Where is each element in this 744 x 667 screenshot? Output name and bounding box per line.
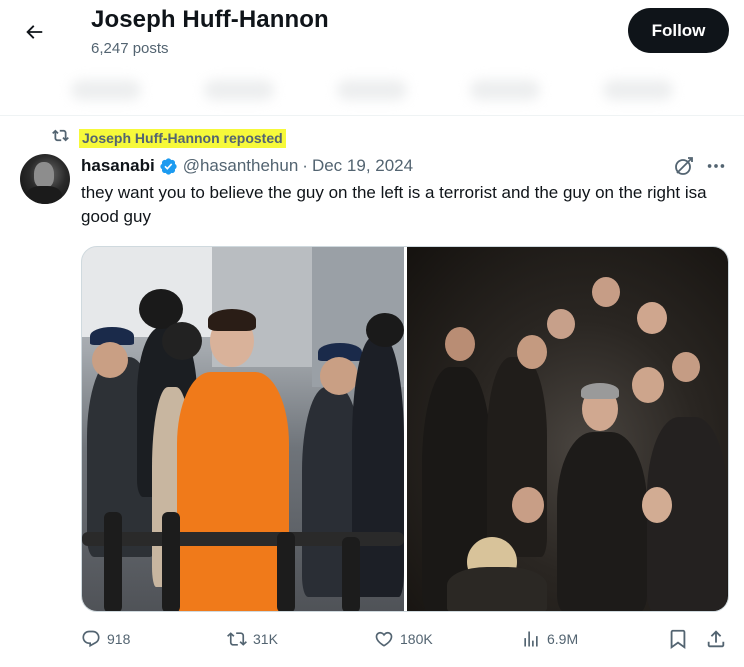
photo-crowd-face bbox=[632, 367, 664, 403]
tweet-media[interactable] bbox=[81, 246, 729, 612]
photo-crowd-face bbox=[642, 487, 672, 523]
photo-fence bbox=[104, 512, 122, 611]
back-button[interactable] bbox=[16, 14, 52, 50]
tweet-actions: 918 31K 180K 6.9M bbox=[81, 622, 729, 656]
post-count: 6,247 posts bbox=[91, 40, 169, 57]
views-button[interactable]: 6.9M bbox=[521, 622, 578, 656]
blurred-tab bbox=[602, 80, 673, 100]
verified-badge-icon bbox=[159, 157, 178, 176]
views-icon bbox=[524, 631, 538, 647]
more-icon[interactable] bbox=[704, 154, 728, 178]
share-icon[interactable] bbox=[705, 628, 727, 650]
retweet-icon bbox=[227, 632, 247, 646]
photo-hair bbox=[208, 309, 256, 331]
retweet-count: 31K bbox=[253, 631, 278, 647]
photo-crowd-person bbox=[557, 432, 647, 611]
author-handle[interactable]: @hasanthehun bbox=[183, 156, 299, 176]
repost-label[interactable]: Joseph Huff-Hannon reposted bbox=[79, 128, 286, 148]
photo-crowd-face bbox=[592, 277, 620, 307]
follow-button[interactable]: Follow bbox=[628, 8, 729, 53]
profile-header: Joseph Huff-Hannon 6,247 posts Follow bbox=[0, 0, 744, 116]
photo-fence bbox=[342, 537, 360, 611]
like-icon bbox=[375, 631, 393, 647]
blurred-tabs bbox=[0, 64, 744, 116]
reply-icon bbox=[82, 630, 100, 648]
separator-dot: · bbox=[302, 156, 308, 175]
avatar[interactable] bbox=[20, 154, 70, 204]
photo-crowd-face bbox=[445, 327, 475, 361]
blurred-tab bbox=[469, 80, 540, 100]
avatar-body bbox=[26, 186, 62, 204]
photo-crowd-face bbox=[547, 309, 575, 339]
photo-face bbox=[320, 357, 358, 395]
reply-count: 918 bbox=[107, 631, 131, 647]
photo-crowd-face bbox=[672, 352, 700, 382]
photo-crowd-person bbox=[487, 357, 547, 557]
photo-fence bbox=[162, 512, 180, 611]
views-count: 6.9M bbox=[547, 631, 579, 647]
photo-crowd-face bbox=[517, 335, 547, 369]
photo-crowd-hair bbox=[581, 383, 619, 399]
photo-crowd-face bbox=[512, 487, 544, 523]
tweet-date[interactable]: Dec 19, 2024 bbox=[312, 156, 413, 176]
grok-icon[interactable] bbox=[672, 154, 696, 178]
like-button[interactable]: 180K bbox=[374, 622, 433, 656]
author-name[interactable]: hasanabi bbox=[81, 156, 155, 176]
avatar-face bbox=[34, 162, 54, 188]
like-count: 180K bbox=[400, 631, 433, 647]
blurred-tab bbox=[204, 80, 275, 100]
photo-fence bbox=[277, 532, 295, 611]
back-arrow-icon bbox=[26, 25, 43, 39]
tweet-text: they want you to believe the guy on the … bbox=[81, 183, 707, 226]
blurred-tab bbox=[336, 80, 407, 100]
photo-right[interactable] bbox=[407, 247, 728, 611]
profile-name: Joseph Huff-Hannon bbox=[91, 6, 329, 33]
photo-jumpsuit bbox=[177, 372, 289, 611]
photo-helmet bbox=[366, 313, 404, 347]
reply-button[interactable]: 918 bbox=[81, 622, 130, 656]
photo-face bbox=[92, 342, 128, 378]
blurred-tab bbox=[71, 80, 142, 100]
photo-crowd-face bbox=[637, 302, 667, 334]
photo-helmet bbox=[162, 322, 202, 360]
repost-icon bbox=[52, 127, 69, 149]
photo-left[interactable] bbox=[82, 247, 404, 611]
repost-indicator[interactable]: Joseph Huff-Hannon reposted bbox=[52, 128, 286, 148]
tweet-header: hasanabi @hasanthehun · Dec 19, 2024 bbox=[81, 155, 413, 177]
retweet-button[interactable]: 31K bbox=[227, 622, 278, 656]
bookmark-icon[interactable] bbox=[667, 628, 689, 650]
photo-crowd-person bbox=[447, 567, 547, 611]
